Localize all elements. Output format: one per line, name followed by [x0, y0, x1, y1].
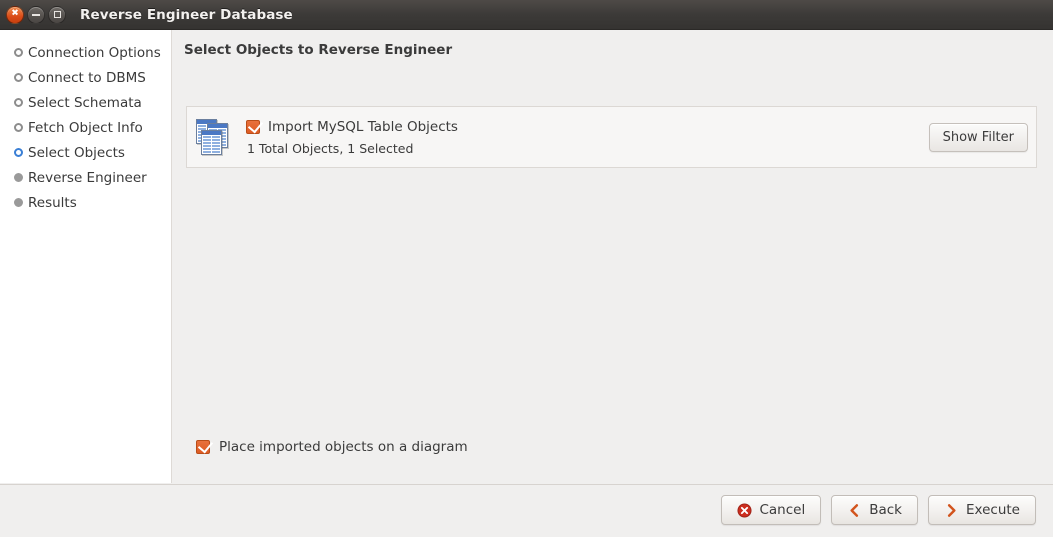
cancel-button[interactable]: Cancel: [721, 495, 822, 525]
close-icon[interactable]: ✖: [6, 5, 24, 24]
page-title: Select Objects to Reverse Engineer: [184, 42, 453, 58]
back-button[interactable]: Back: [831, 495, 918, 525]
step-bullet-icon: [14, 198, 23, 207]
object-group-subtitle: 1 Total Objects, 1 Selected: [247, 140, 414, 156]
window-title: Reverse Engineer Database: [80, 6, 293, 23]
sidebar-item-label: Select Schemata: [28, 94, 142, 111]
object-group-row: Import MySQL Table Objects 1 Total Objec…: [187, 107, 1036, 167]
sidebar-item-label: Select Objects: [28, 144, 125, 161]
window-controls: ✖: [0, 5, 66, 24]
footer-actions: Cancel Back Execute: [721, 495, 1036, 525]
sidebar-item-select-schemata[interactable]: Select Schemata: [0, 90, 171, 115]
show-filter-button[interactable]: Show Filter: [928, 122, 1028, 152]
sidebar-item-label: Reverse Engineer: [28, 169, 147, 186]
sidebar-item-reverse-engineer[interactable]: Reverse Engineer: [0, 165, 171, 190]
execute-button[interactable]: Execute: [928, 495, 1036, 525]
cancel-button-label: Cancel: [759, 502, 806, 518]
sidebar-item-label: Results: [28, 194, 77, 211]
step-bullet-icon: [14, 173, 23, 182]
footer-bar: Cancel Back Execute: [0, 484, 1053, 537]
sidebar-item-label: Connect to DBMS: [28, 69, 146, 86]
tables-icon: [196, 119, 230, 155]
maximize-icon[interactable]: [48, 5, 66, 24]
execute-button-label: Execute: [966, 502, 1020, 518]
place-on-diagram-checkbox[interactable]: [196, 440, 210, 454]
sidebar-item-connection-options[interactable]: Connection Options: [0, 40, 171, 65]
place-on-diagram-row: Place imported objects on a diagram: [196, 439, 468, 455]
object-group-title: Import MySQL Table Objects: [268, 118, 458, 135]
step-bullet-icon: [14, 48, 23, 57]
back-button-label: Back: [869, 502, 902, 518]
sidebar-item-label: Connection Options: [28, 44, 161, 61]
sidebar-item-results[interactable]: Results: [0, 190, 171, 215]
cancel-icon: [737, 502, 753, 518]
wizard-steps-sidebar: Connection Options Connect to DBMS Selec…: [0, 30, 172, 483]
main-content-panel: Select Objects to Reverse Engineer Impor…: [173, 30, 1053, 483]
import-mysql-table-objects-checkbox[interactable]: [246, 119, 260, 134]
chevron-right-icon: [947, 503, 956, 517]
step-bullet-icon: [14, 123, 23, 132]
sidebar-item-label: Fetch Object Info: [28, 119, 143, 136]
place-on-diagram-label: Place imported objects on a diagram: [219, 439, 468, 455]
sidebar-item-connect-to-dbms[interactable]: Connect to DBMS: [0, 65, 171, 90]
object-group-texts: Import MySQL Table Objects 1 Total Objec…: [246, 119, 458, 156]
reverse-engineer-database-window: ✖ Reverse Engineer Database Connection O…: [0, 0, 1053, 537]
step-bullet-current-icon: [14, 148, 23, 157]
object-group-box: Import MySQL Table Objects 1 Total Objec…: [186, 106, 1037, 168]
step-bullet-icon: [14, 73, 23, 82]
chevron-left-icon: [850, 503, 859, 517]
minimize-icon[interactable]: [27, 5, 45, 24]
object-group-title-row: Import MySQL Table Objects: [246, 119, 458, 135]
sidebar-item-fetch-object-info[interactable]: Fetch Object Info: [0, 115, 171, 140]
step-bullet-icon: [14, 98, 23, 107]
sidebar-item-select-objects[interactable]: Select Objects: [0, 140, 171, 165]
title-bar: ✖ Reverse Engineer Database: [0, 0, 1053, 30]
